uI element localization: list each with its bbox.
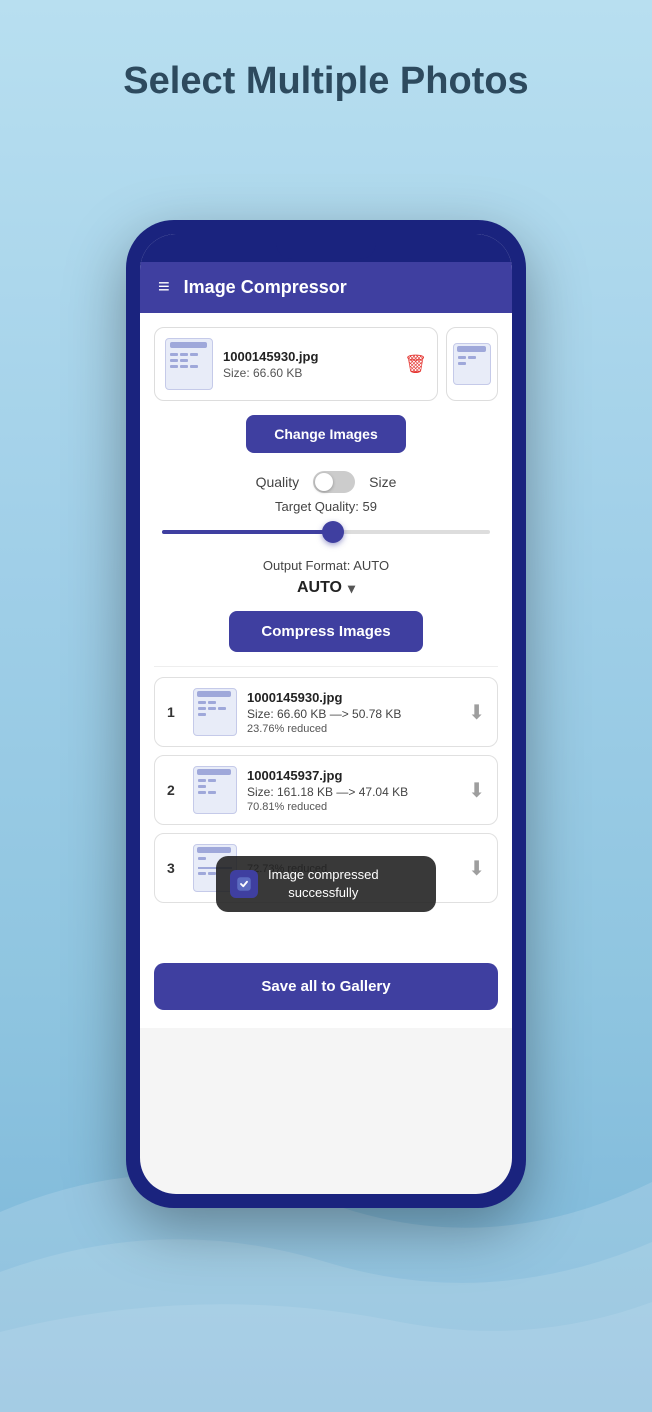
result-info-2: 1000145937.jpg Size: 161.18 KB —> 47.04 … [247, 768, 458, 813]
delete-image-button[interactable]: 🗑 [404, 354, 427, 375]
table-row: 3 72.73% reduced ⬇ [154, 833, 498, 903]
rthumb-line-1 [197, 691, 231, 697]
change-images-button[interactable]: Change Images [246, 415, 405, 453]
thumb-line-2 [457, 346, 486, 352]
result-thumb-1 [193, 688, 237, 736]
app-header: ≡ Image Compressor [140, 262, 512, 313]
divider [154, 666, 498, 667]
app-content: 1000145930.jpg Size: 66.60 KB 🗑 [140, 313, 512, 1028]
table-row: 1 1000145930.jpg Size: 66.60 KB —> 50.78… [154, 677, 498, 747]
phone-notch [140, 234, 512, 262]
toggle-knob [315, 473, 333, 491]
save-all-button[interactable]: Save all to Gallery [154, 963, 498, 1010]
size-label: Size [369, 474, 396, 490]
result-size-1: Size: 66.60 KB —> 50.78 KB [247, 707, 458, 721]
rthumb-content-2 [194, 776, 236, 813]
slider-thumb[interactable] [322, 521, 344, 543]
quality-label: Quality [256, 474, 300, 490]
download-button-3[interactable]: ⬇ [468, 856, 485, 881]
image-filename: 1000145930.jpg [223, 349, 394, 364]
image-size: Size: 66.60 KB [223, 366, 394, 380]
result-filename-1: 1000145930.jpg [247, 690, 458, 705]
notch-bump [276, 237, 376, 259]
quality-size-toggle-row: Quality Size [140, 471, 512, 493]
format-select-dropdown[interactable]: AUTO ▾ [297, 579, 355, 597]
result-thumb-2 [193, 766, 237, 814]
selected-image-card: 1000145930.jpg Size: 66.60 KB 🗑 [154, 327, 438, 401]
result-number-3: 3 [167, 860, 183, 876]
quality-size-toggle[interactable] [313, 471, 355, 493]
result-reduced-2: 70.81% reduced [247, 801, 458, 813]
secondary-thumbnail [453, 343, 491, 385]
result-reduced-1: 23.76% reduced [247, 723, 458, 735]
result-size-2: Size: 161.18 KB —> 47.04 KB [247, 785, 458, 799]
page-title: Select Multiple Photos [0, 0, 652, 133]
image-selector: 1000145930.jpg Size: 66.60 KB 🗑 [140, 313, 512, 401]
rthumb-line-3 [197, 847, 231, 853]
slider-label: Target Quality: 59 [158, 499, 494, 514]
slider-container[interactable] [162, 522, 490, 542]
result-list: 1 1000145930.jpg Size: 66.60 KB —> 50.78… [140, 677, 512, 903]
result-info-1: 1000145930.jpg Size: 66.60 KB —> 50.78 K… [247, 690, 458, 735]
output-format-label: Output Format: AUTO [140, 558, 512, 573]
image-info: 1000145930.jpg Size: 66.60 KB [223, 349, 394, 380]
toast-app-icon [230, 870, 258, 898]
thumb-content [166, 350, 212, 389]
output-format-section: Output Format: AUTO AUTO ▾ [140, 558, 512, 597]
rthumb-line-2 [197, 769, 231, 775]
table-row: 2 1000145937.jpg Size: 161.18 KB —> 47.0… [154, 755, 498, 825]
thumb-line-1 [170, 342, 207, 348]
quality-slider-section: Target Quality: 59 [140, 499, 512, 542]
thumb-content-2 [454, 353, 490, 384]
result-number-1: 1 [167, 704, 183, 720]
chevron-down-icon: ▾ [348, 580, 355, 597]
format-value: AUTO [297, 579, 342, 597]
result-filename-2: 1000145937.jpg [247, 768, 458, 783]
download-button-2[interactable]: ⬇ [468, 778, 485, 803]
rthumb-content-1 [194, 698, 236, 735]
toast-message: Image compressedsuccessfully [268, 866, 379, 902]
phone-inner: ≡ Image Compressor 100014 [140, 234, 512, 1194]
phone-mockup: ≡ Image Compressor 100014 [126, 220, 526, 1208]
hamburger-icon[interactable]: ≡ [158, 276, 170, 299]
secondary-image-card [446, 327, 498, 401]
download-button-1[interactable]: ⬇ [468, 700, 485, 725]
slider-fill [162, 530, 333, 534]
toast-notification: Image compressedsuccessfully [216, 856, 436, 912]
image-thumbnail [165, 338, 213, 390]
result-number-2: 2 [167, 782, 183, 798]
app-header-title: Image Compressor [184, 277, 347, 298]
compress-images-button[interactable]: Compress Images [229, 611, 422, 652]
slider-track [162, 530, 490, 534]
